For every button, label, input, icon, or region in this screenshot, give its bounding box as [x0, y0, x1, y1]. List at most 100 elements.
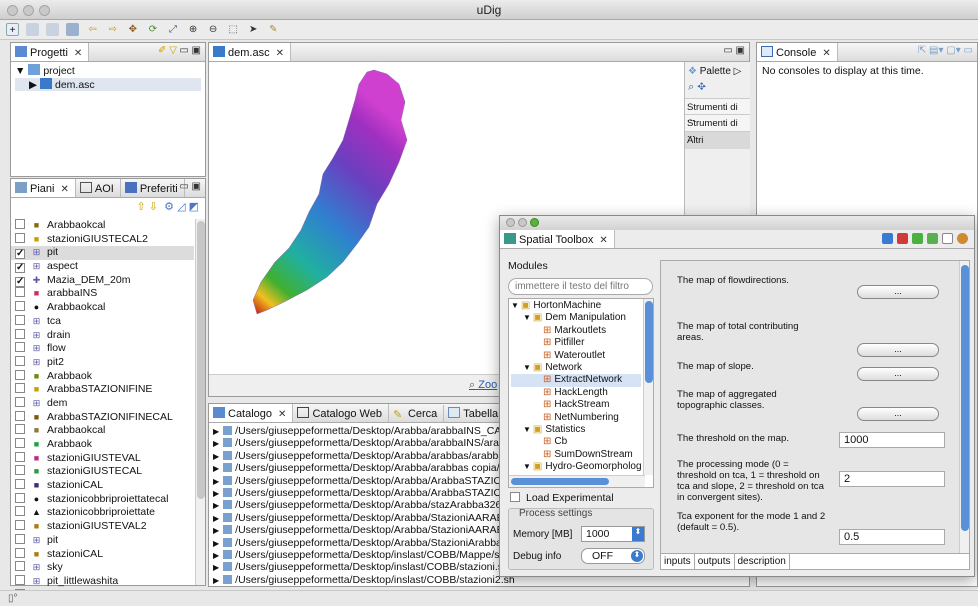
close-icon[interactable]: ✕ [822, 48, 830, 59]
expand-icon[interactable]: ▶ [213, 427, 219, 436]
layer-item[interactable]: ■ Arabbaokcal [11, 424, 194, 438]
tab-projects[interactable]: Progetti ✕ [11, 43, 90, 61]
pan-icon[interactable]: ✥ [126, 23, 139, 36]
zoom-status[interactable]: ⌕ Zoo [469, 379, 497, 392]
layer-visibility-checkbox[interactable] [15, 520, 25, 531]
palette-group[interactable]: Strumenti di ... [685, 115, 750, 140]
layer-visibility-checkbox[interactable] [15, 451, 25, 462]
save-all-icon[interactable] [46, 23, 60, 36]
layer-item[interactable]: ⊞ dem [11, 396, 194, 411]
layer-visibility-checkbox[interactable] [15, 369, 25, 380]
expand-icon[interactable]: ▶ [213, 551, 219, 560]
tab-favorites[interactable]: Preferiti [121, 179, 185, 197]
layer-item[interactable]: ⊞ pit [11, 533, 194, 548]
tab-aoi[interactable]: AOI [76, 179, 121, 197]
tree-module[interactable]: ⊞ Cb [511, 436, 641, 448]
tree-module[interactable]: ⊞ HackLength [511, 387, 641, 399]
tree-module[interactable]: ⊞ Markoutlets [511, 325, 641, 337]
tree-module[interactable]: ⊞ Wateroutlet [511, 350, 641, 362]
tree-hscrollbar[interactable] [509, 475, 645, 487]
layer-item[interactable]: ⊞ drain [11, 328, 194, 343]
move-up-icon[interactable]: ⇧ [137, 201, 146, 213]
browse-button[interactable]: ... [857, 407, 939, 421]
tab-map[interactable]: dem.asc ✕ [209, 43, 291, 61]
expand-icon[interactable]: ▶ [213, 464, 219, 473]
refresh-icon[interactable]: ⟳ [146, 23, 159, 36]
tab-outputs[interactable]: outputs [695, 554, 735, 569]
load-experimental-checkbox[interactable]: Load Experimental [510, 492, 614, 504]
layer-visibility-checkbox[interactable] [15, 533, 25, 544]
layer-item[interactable]: ▲ stazionicobbriproiettate [11, 506, 194, 520]
chevron-down-icon[interactable]: ▼ [511, 301, 519, 310]
save-icon[interactable] [26, 23, 40, 36]
expand-icon[interactable]: ▶ [213, 477, 219, 486]
tab-console[interactable]: Console ✕ [757, 43, 838, 61]
chevron-down-icon[interactable]: ▼ [523, 462, 531, 471]
layer-visibility-checkbox[interactable] [15, 465, 25, 476]
select-icon[interactable]: ⬚ [227, 23, 240, 36]
zoom-tool-icon[interactable]: ⌕ [688, 81, 694, 93]
tree-module[interactable]: ⊞ SumDownStream [511, 449, 641, 461]
chevron-down-icon[interactable]: ▼ [523, 425, 531, 434]
style-icon[interactable]: ◿ [177, 201, 185, 213]
layer-item[interactable]: ■ stazioniCAL [11, 547, 194, 562]
layer-item[interactable]: ⊞ pit2 [11, 355, 194, 370]
layer-visibility-checkbox[interactable] [15, 314, 25, 325]
expand-icon[interactable]: ▶ [213, 452, 219, 461]
layer-item[interactable]: ■ Arabbaok [11, 438, 194, 452]
tab-search[interactable]: ✎ Cerca [389, 405, 445, 423]
tab-description[interactable]: description [735, 554, 790, 569]
layer-item[interactable]: ■ stazioniGIUSTEVAL2 [11, 520, 194, 534]
layer-props-icon[interactable]: ⚙ [164, 201, 174, 213]
copy-icon[interactable] [942, 233, 953, 244]
expand-icon[interactable]: ▶ [213, 489, 219, 498]
new-icon[interactable]: + [6, 23, 19, 36]
tree-scrollbar[interactable] [643, 299, 653, 475]
expand-icon[interactable]: ▶ [213, 526, 219, 535]
tree-module[interactable]: ⊞ ExtractNetwork [511, 374, 641, 387]
layer-item[interactable]: ⊞ flow [11, 342, 194, 356]
layer-visibility-checkbox[interactable]: ✓ [15, 249, 25, 260]
layer-item[interactable]: ■ ArabbaSTAZIONIFINE [11, 383, 194, 397]
expand-icon[interactable]: ▶ [213, 514, 219, 523]
layer-visibility-checkbox[interactable] [15, 287, 25, 298]
tree-module[interactable]: ⊞ HackStream [511, 399, 641, 411]
tab-catalog[interactable]: Catalogo ✕ [209, 404, 294, 422]
layer-visibility-checkbox[interactable] [15, 492, 25, 503]
expand-icon[interactable]: ▶ [213, 563, 219, 572]
minimize-maximize-icon[interactable]: ▭ ▣ [723, 45, 745, 56]
raster-icon[interactable]: ◩ [189, 201, 199, 213]
tree-folder[interactable]: ▼ ▣ Hydro-Geomorpholog [511, 461, 641, 473]
layer-visibility-checkbox[interactable] [15, 219, 25, 229]
layer-item[interactable]: ✓ ✚ Mazia_DEM_20m [11, 274, 194, 288]
settings-icon[interactable] [957, 233, 968, 244]
layer-visibility-checkbox[interactable] [15, 547, 25, 558]
parameter-input[interactable]: 1000 [839, 432, 945, 448]
filter-input[interactable] [508, 278, 653, 295]
tab-layers[interactable]: Piani ✕ [11, 179, 76, 197]
print-icon[interactable] [66, 23, 80, 36]
move-down-icon[interactable]: ⇩ [149, 201, 158, 213]
layer-item[interactable]: ✓ ⊞ aspect [11, 260, 194, 274]
tree-folder[interactable]: ▼ ▣ Dem Manipulation [511, 312, 641, 324]
view-menu-icon[interactable]: ✐ ▽ [158, 45, 177, 56]
layer-visibility-checkbox[interactable] [15, 438, 25, 448]
layer-item[interactable]: ■ ArabbaSTAZIONIFINECAL [11, 410, 194, 425]
minimize-maximize-icon[interactable]: ▭ ▣ [179, 181, 201, 192]
parameter-input[interactable]: 0.5 [839, 529, 945, 545]
layer-item[interactable]: ■ Arabbaok [11, 369, 194, 384]
edit-icon[interactable]: ✎ [267, 23, 280, 36]
kill-icon[interactable] [897, 233, 908, 244]
tree-module[interactable]: ⊞ NetNumbering [511, 412, 641, 424]
expand-icon[interactable]: ▶ [213, 501, 219, 510]
layer-visibility-checkbox[interactable]: ✓ [15, 276, 25, 287]
browse-button[interactable]: ... [857, 343, 939, 357]
expand-icon[interactable]: ▶ [213, 576, 219, 585]
arrow-icon[interactable]: ➤ [247, 23, 260, 36]
layer-item[interactable]: ■ stazioniGIUSTEVAL [11, 451, 194, 466]
layer-visibility-checkbox[interactable]: ✓ [15, 263, 25, 274]
tab-spatial-toolbox[interactable]: Spatial Toolbox ✕ [500, 230, 615, 248]
layer-item[interactable]: ■ arabbaINS [11, 287, 194, 301]
generate-script-icon[interactable] [927, 233, 938, 244]
zoom-in-icon[interactable]: ⊕ [187, 23, 200, 36]
